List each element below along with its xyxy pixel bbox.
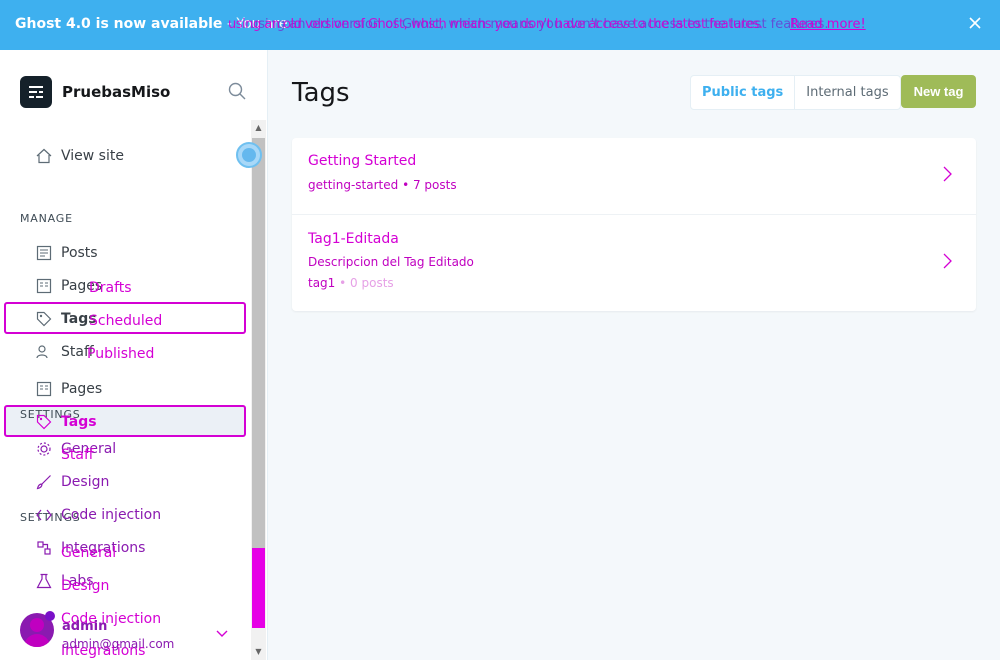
chevron-down-icon[interactable] xyxy=(216,627,228,641)
chevron-right-icon xyxy=(942,253,956,271)
site-logo-icon xyxy=(20,76,52,108)
tag-count: 7 posts xyxy=(412,178,457,192)
sidebar-item-scheduled[interactable]: Scheduled xyxy=(63,313,162,329)
sidebar-item-tags[interactable]: Tags xyxy=(36,414,97,430)
design-label: Design xyxy=(61,474,110,490)
view-site-label: View site xyxy=(61,148,124,164)
page-title: Tags xyxy=(292,78,350,108)
tags-label: Tags xyxy=(61,414,97,430)
tag-slug: tag1 xyxy=(308,276,336,290)
brand[interactable]: PruebasMiso xyxy=(20,76,170,108)
tab-internal-tags[interactable]: Internal tags xyxy=(795,76,899,109)
sidebar-item-general[interactable]: General xyxy=(61,545,116,561)
update-banner: Ghost 4.0 is now available - You are usi… xyxy=(0,0,1000,50)
new-tag-button[interactable]: New tag xyxy=(901,75,976,108)
pages-icon xyxy=(36,381,52,397)
sidebar-item-posts[interactable]: Posts xyxy=(36,245,98,261)
tag-count: 0 posts xyxy=(350,276,394,290)
scrollbar-thumb[interactable] xyxy=(252,138,265,548)
sidebar-item-pages[interactable]: Pages xyxy=(36,381,102,397)
tag-description: Descripcion del Tag Editado xyxy=(308,255,474,269)
staff-icon xyxy=(36,344,52,360)
tag-name: Tag1-Editada xyxy=(308,231,399,247)
scheduled-label: Scheduled xyxy=(89,313,163,329)
view-site-link[interactable]: View site xyxy=(36,148,124,164)
close-icon[interactable] xyxy=(965,14,985,34)
chevron-right-icon xyxy=(942,166,956,184)
integrations-icon xyxy=(36,540,52,556)
banner-title: Ghost 4.0 is now available xyxy=(15,16,223,32)
sidebar-item-staff[interactable]: Staff xyxy=(61,447,94,463)
home-icon xyxy=(36,148,52,164)
tag-name: Getting Started xyxy=(308,153,417,169)
posts-label: Posts xyxy=(61,245,98,261)
pages-label: Pages xyxy=(61,381,103,397)
sidebar-item-code-injection[interactable]: Code injection xyxy=(36,507,161,523)
user-email: admin@gmail.com xyxy=(62,637,175,651)
read-more-link[interactable]: Read more! xyxy=(790,17,866,32)
user-name: admin xyxy=(62,619,108,634)
tag-icon xyxy=(36,311,52,327)
brush-icon xyxy=(36,474,52,490)
sidebar-item-design[interactable]: Design xyxy=(36,474,109,490)
pages-icon xyxy=(36,278,52,294)
tag-type-tabs: Public tags Internal tags xyxy=(690,75,901,110)
code-icon xyxy=(36,507,52,523)
site-name: PruebasMiso xyxy=(62,83,171,101)
sidebar-scrollbar[interactable]: ▲ ▼ xyxy=(251,120,266,660)
drafts-label: Drafts xyxy=(89,280,132,296)
sidebar-item-published[interactable]: Published xyxy=(63,346,154,362)
design-ghost-label: Design xyxy=(61,578,110,594)
list-item[interactable]: Tag1-Editada Descripcion del Tag Editado… xyxy=(292,215,976,311)
tag-icon xyxy=(36,414,52,430)
tag-meta: tag1 • 0 posts xyxy=(308,276,394,290)
gear-icon xyxy=(36,441,52,457)
cursor-indicator-icon xyxy=(236,142,262,168)
manage-label: MANAGE xyxy=(20,212,73,225)
tag-slug: getting-started xyxy=(308,178,399,192)
labs-icon xyxy=(36,573,52,589)
posts-icon xyxy=(36,245,52,261)
banner-message: using an old version of Ghost, which mea… xyxy=(228,17,763,32)
scroll-down-arrow-icon[interactable]: ▼ xyxy=(251,644,266,660)
sidebar: PruebasMiso View site MANAGE Posts Pages… xyxy=(0,50,268,660)
tag-meta: getting-started • 7 posts xyxy=(308,178,457,192)
search-icon[interactable] xyxy=(228,82,248,102)
published-label: Published xyxy=(87,346,155,362)
general-label: General xyxy=(61,545,117,561)
code-injection-label: Code injection xyxy=(61,507,162,523)
scroll-up-arrow-icon[interactable]: ▲ xyxy=(251,120,266,136)
list-item[interactable]: Getting Started getting-started • 7 post… xyxy=(292,138,976,215)
scrollbar-thumb-highlight xyxy=(252,548,265,628)
tag-list: Getting Started getting-started • 7 post… xyxy=(292,138,976,311)
staff-label: Staff xyxy=(61,447,94,463)
tab-public-tags[interactable]: Public tags xyxy=(691,76,796,109)
sidebar-item-design-ghost[interactable]: Design xyxy=(61,578,109,594)
sidebar-item-drafts[interactable]: Drafts xyxy=(63,280,132,296)
status-dot xyxy=(45,611,55,621)
